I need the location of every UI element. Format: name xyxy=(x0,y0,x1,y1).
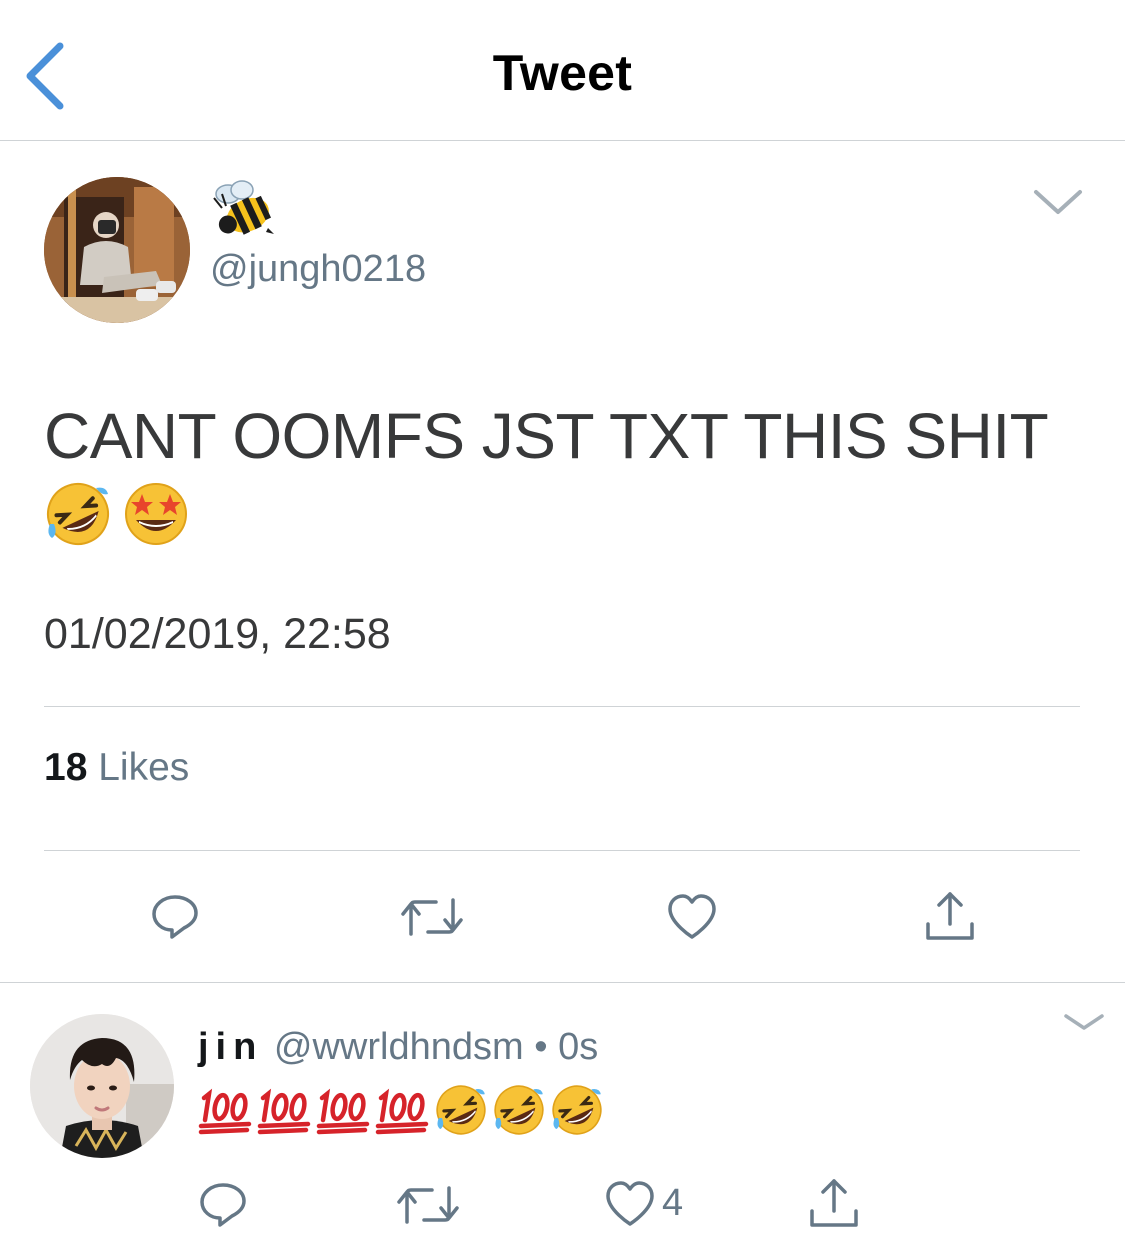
tweet-body-emojis xyxy=(44,480,190,548)
section-divider xyxy=(0,982,1125,983)
reply-like-count: 4 xyxy=(662,1182,684,1224)
retweet-icon[interactable] xyxy=(400,894,464,940)
heart-icon[interactable] xyxy=(604,1180,656,1228)
chevron-down-icon[interactable] xyxy=(1062,1008,1106,1036)
reply-author-handle[interactable]: @wwrldhndsm xyxy=(274,1026,524,1068)
author-avatar[interactable] xyxy=(44,177,190,323)
hundred-points-emoji xyxy=(316,1088,370,1135)
tweet-timestamp: 01/02/2019, 22:58 xyxy=(44,610,391,658)
rofl-emoji xyxy=(436,1085,486,1135)
reply-body-emojis xyxy=(198,1082,608,1138)
reply-header: jin @wwrldhndsm • 0s xyxy=(198,1026,598,1069)
author-handle[interactable]: @jungh0218 xyxy=(210,248,426,291)
retweet-icon[interactable] xyxy=(396,1182,460,1228)
share-icon[interactable] xyxy=(922,888,978,944)
comment-icon[interactable] xyxy=(196,1180,250,1230)
heart-icon[interactable] xyxy=(666,893,718,941)
separator-dot: • xyxy=(534,1026,548,1068)
avatar-photo xyxy=(44,177,190,323)
likes-label: Likes xyxy=(98,746,190,789)
hundred-points-emoji xyxy=(198,1088,252,1135)
rofl-emoji xyxy=(494,1085,544,1135)
share-icon[interactable] xyxy=(806,1175,862,1231)
divider xyxy=(44,850,1080,851)
bee-emoji-display-name xyxy=(213,180,274,235)
avatar-photo xyxy=(30,1014,174,1158)
page-title: Tweet xyxy=(492,45,633,101)
reply-author-name[interactable]: jin xyxy=(198,1026,263,1068)
likes-stat[interactable]: 18 Likes xyxy=(44,746,189,790)
hundred-points-emoji xyxy=(257,1088,311,1135)
divider xyxy=(44,706,1080,707)
rofl-emoji xyxy=(47,483,109,545)
tweet-body-text: CANT OOMFS JST TXT THIS SHIT xyxy=(44,400,1049,472)
comment-icon[interactable] xyxy=(148,892,202,942)
top-navigation-bar: Tweet xyxy=(0,0,1125,141)
rofl-emoji xyxy=(552,1085,602,1135)
star-struck-emoji xyxy=(125,483,187,545)
reply-timestamp: 0s xyxy=(558,1026,599,1068)
hundred-points-emoji xyxy=(375,1088,429,1135)
likes-count: 18 xyxy=(44,746,88,789)
reply-author-avatar[interactable] xyxy=(30,1014,174,1158)
chevron-down-icon[interactable] xyxy=(1030,182,1086,222)
